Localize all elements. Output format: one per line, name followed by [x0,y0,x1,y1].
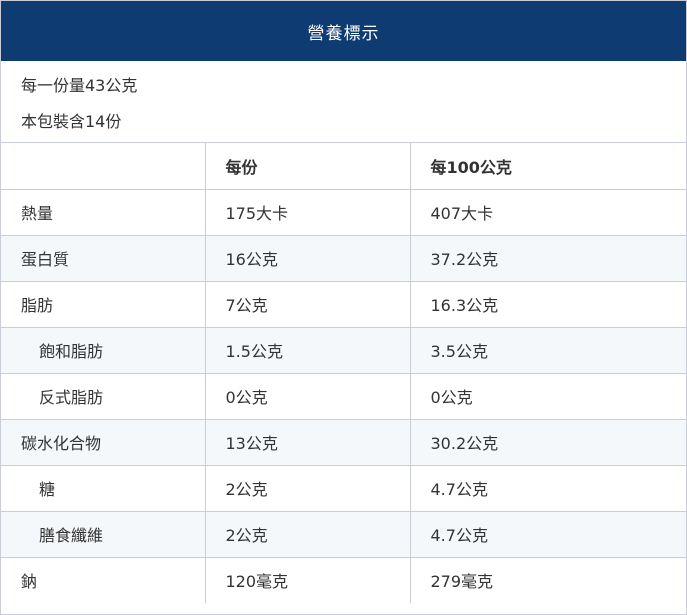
servings-per-package: 本包裝含14份 [21,112,122,131]
per-serving-value: 1.5公克 [205,327,411,374]
nutrition-title-bar: 營養標示 [1,1,686,61]
table-header-row: 每份 每100公克 [1,143,686,190]
table-row: 熱量 175大卡 407大卡 [1,189,686,236]
per-100g-value: 4.7公克 [410,511,686,558]
nutrition-table: 每份 每100公克 熱量 175大卡 407大卡 蛋白質 16公克 37.2公克… [1,143,686,603]
column-header-per-serving: 每份 [205,143,411,190]
table-row: 蛋白質 16公克 37.2公克 [1,235,686,282]
per-100g-value: 16.3公克 [410,281,686,328]
nutrient-name: 蛋白質 [1,235,206,282]
nutrient-name: 碳水化合物 [1,419,206,466]
nutrient-name: 熱量 [1,189,206,236]
nutrient-name: 反式脂肪 [1,373,206,420]
per-100g-value: 4.7公克 [410,465,686,512]
nutrient-name: 膳食纖維 [1,511,206,558]
per-serving-value: 0公克 [205,373,411,420]
per-serving-value: 2公克 [205,511,411,558]
column-header-per-100g: 每100公克 [410,143,686,190]
nutrition-title: 營養標示 [307,23,380,44]
per-serving-value: 175大卡 [205,189,411,236]
per-serving-value: 2公克 [205,465,411,512]
serving-info: 每一份量43公克 本包裝含14份 [1,61,686,143]
table-row: 膳食纖維 2公克 4.7公克 [1,511,686,558]
nutrition-label-panel: 營養標示 每一份量43公克 本包裝含14份 每份 每100公克 熱量 175大卡… [0,0,687,615]
per-serving-value: 120毫克 [205,557,411,603]
serving-size: 每一份量43公克 [21,76,138,95]
per-serving-value: 7公克 [205,281,411,328]
table-row: 飽和脂肪 1.5公克 3.5公克 [1,327,686,374]
per-100g-value: 3.5公克 [410,327,686,374]
nutrient-name: 鈉 [1,557,206,603]
table-row: 糖 2公克 4.7公克 [1,465,686,512]
table-row: 碳水化合物 13公克 30.2公克 [1,419,686,466]
per-100g-value: 0公克 [410,373,686,420]
per-100g-value: 407大卡 [410,189,686,236]
per-100g-value: 37.2公克 [410,235,686,282]
table-row: 脂肪 7公克 16.3公克 [1,281,686,328]
per-serving-value: 16公克 [205,235,411,282]
nutrient-name: 糖 [1,465,206,512]
nutrient-name: 脂肪 [1,281,206,328]
per-100g-value: 30.2公克 [410,419,686,466]
table-row: 鈉 120毫克 279毫克 [1,557,686,603]
nutrient-name: 飽和脂肪 [1,327,206,374]
column-header-nutrient [1,143,206,190]
table-row: 反式脂肪 0公克 0公克 [1,373,686,420]
per-serving-value: 13公克 [205,419,411,466]
per-100g-value: 279毫克 [410,557,686,603]
